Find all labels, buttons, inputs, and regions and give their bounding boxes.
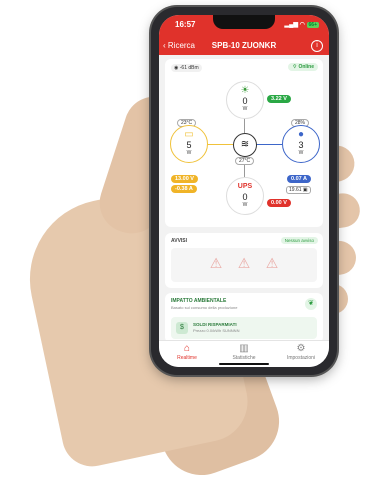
solar-power-value: 0 xyxy=(242,96,248,106)
flow-line-top xyxy=(244,117,245,133)
tab-impostazioni[interactable]: ⚙ Impostazioni xyxy=(273,343,329,361)
warning-icon: ⚠ xyxy=(209,255,223,271)
signal-indicator: ◉ -61 dBm xyxy=(171,64,202,72)
home-icon: ⌂ xyxy=(183,343,191,354)
energy-flow-card: ◉ -61 dBm ⌔ Online ☀ 0 W 3.22 V 23°C ▭ 5… xyxy=(165,59,323,227)
load-tag: 19.61 ▣ xyxy=(286,186,311,194)
nav-bar: ‹ Ricerca SPB-10 ZUONKR i xyxy=(159,37,329,55)
ups-node[interactable]: UPS 0 W xyxy=(226,177,264,215)
leaf-icon: ❦ xyxy=(305,298,317,310)
tab-label: Realtime xyxy=(177,355,197,361)
battery-power-value: 5 xyxy=(186,140,192,150)
money-icon: $ xyxy=(176,322,188,334)
avvisi-badge: Nessun avviso xyxy=(280,237,318,244)
load-power-value: 3 xyxy=(298,140,304,150)
online-label: Online xyxy=(298,64,314,70)
tab-label: Statistiche xyxy=(232,355,256,361)
status-time: 16:57 xyxy=(175,20,196,29)
load-current-badge: 0.07 A xyxy=(287,175,312,183)
solar-voltage-badge: 3.22 V xyxy=(267,95,291,103)
ups-voltage-badge: 0.00 V xyxy=(267,199,291,207)
warning-icon: ⚠ xyxy=(237,255,251,271)
home-indicator xyxy=(219,363,269,365)
tab-label: Impostazioni xyxy=(286,355,316,361)
battery-power-unit: W xyxy=(186,150,192,156)
info-icon[interactable]: i xyxy=(311,40,323,52)
load-tag-value: 19.61 xyxy=(289,187,302,193)
battery-badge: 66+ xyxy=(306,22,319,28)
solar-power-unit: W xyxy=(242,106,248,112)
flow-line-left xyxy=(206,144,233,145)
saved-money-title: SOLDI RISPARMIATI xyxy=(193,322,237,327)
warning-icon: ⚠ xyxy=(265,255,279,271)
flow-line-right xyxy=(255,144,282,145)
inverter-temp-badge: 27°C xyxy=(235,157,255,165)
signal-unit: dBm xyxy=(188,65,199,71)
impatto-subtitle: Basato sul consumo della produzione xyxy=(171,305,238,310)
calendar-icon: ▣ xyxy=(302,187,308,193)
battery-voltage-badge: 13.00 V xyxy=(171,175,198,183)
tab-statistiche[interactable]: ▥ Statistiche xyxy=(216,343,272,361)
warnings-box: ⚠ ⚠ ⚠ xyxy=(171,248,317,282)
ups-power-value: 0 xyxy=(242,192,248,202)
signal-value: -61 xyxy=(179,65,187,71)
battery-current-badge: -0.38 A xyxy=(171,185,197,193)
online-badge: ⌔ Online xyxy=(288,63,318,71)
ups-power-unit: W xyxy=(242,202,248,208)
avvisi-card: AVVISI Nessun avviso ⚠ ⚠ ⚠ xyxy=(165,233,323,288)
phone-screen: 16:57 ▂▄▆ ◠ 66+ ‹ Ricerca SPB-10 ZUONKR … xyxy=(159,15,329,367)
page-title: SPB-10 ZUONKR xyxy=(211,41,277,50)
impatto-card: IMPATTO AMBIENTALE Basato sul consumo de… xyxy=(165,293,323,343)
saved-money-row[interactable]: $ SOLDI RISPARMIATI Prezzo 0.0/kWh SUNNN… xyxy=(171,317,317,339)
load-node[interactable]: ● 3 W xyxy=(282,125,320,163)
battery-node[interactable]: ▭ 5 W xyxy=(170,125,208,163)
phone: 16:57 ▂▄▆ ◠ 66+ ‹ Ricerca SPB-10 ZUONKR … xyxy=(151,7,337,375)
load-power-unit: W xyxy=(298,150,304,156)
status-icons: ▂▄▆ ◠ 66+ xyxy=(284,22,319,28)
gear-icon: ⚙ xyxy=(296,343,306,354)
impatto-title: IMPATTO AMBIENTALE xyxy=(171,298,227,304)
solar-node[interactable]: ☀ 0 W xyxy=(226,81,264,119)
inverter-icon[interactable]: ≋ xyxy=(233,133,257,157)
tab-realtime[interactable]: ⌂ Realtime xyxy=(159,343,215,361)
notch xyxy=(213,15,275,29)
tab-bar: ⌂ Realtime ▥ Statistiche ⚙ Impostazioni xyxy=(159,340,329,367)
avvisi-title: AVVISI xyxy=(171,238,188,244)
saved-money-subtitle: Prezzo 0.0/kWh SUNNNN xyxy=(193,328,240,333)
bar-chart-icon: ▥ xyxy=(239,343,249,354)
